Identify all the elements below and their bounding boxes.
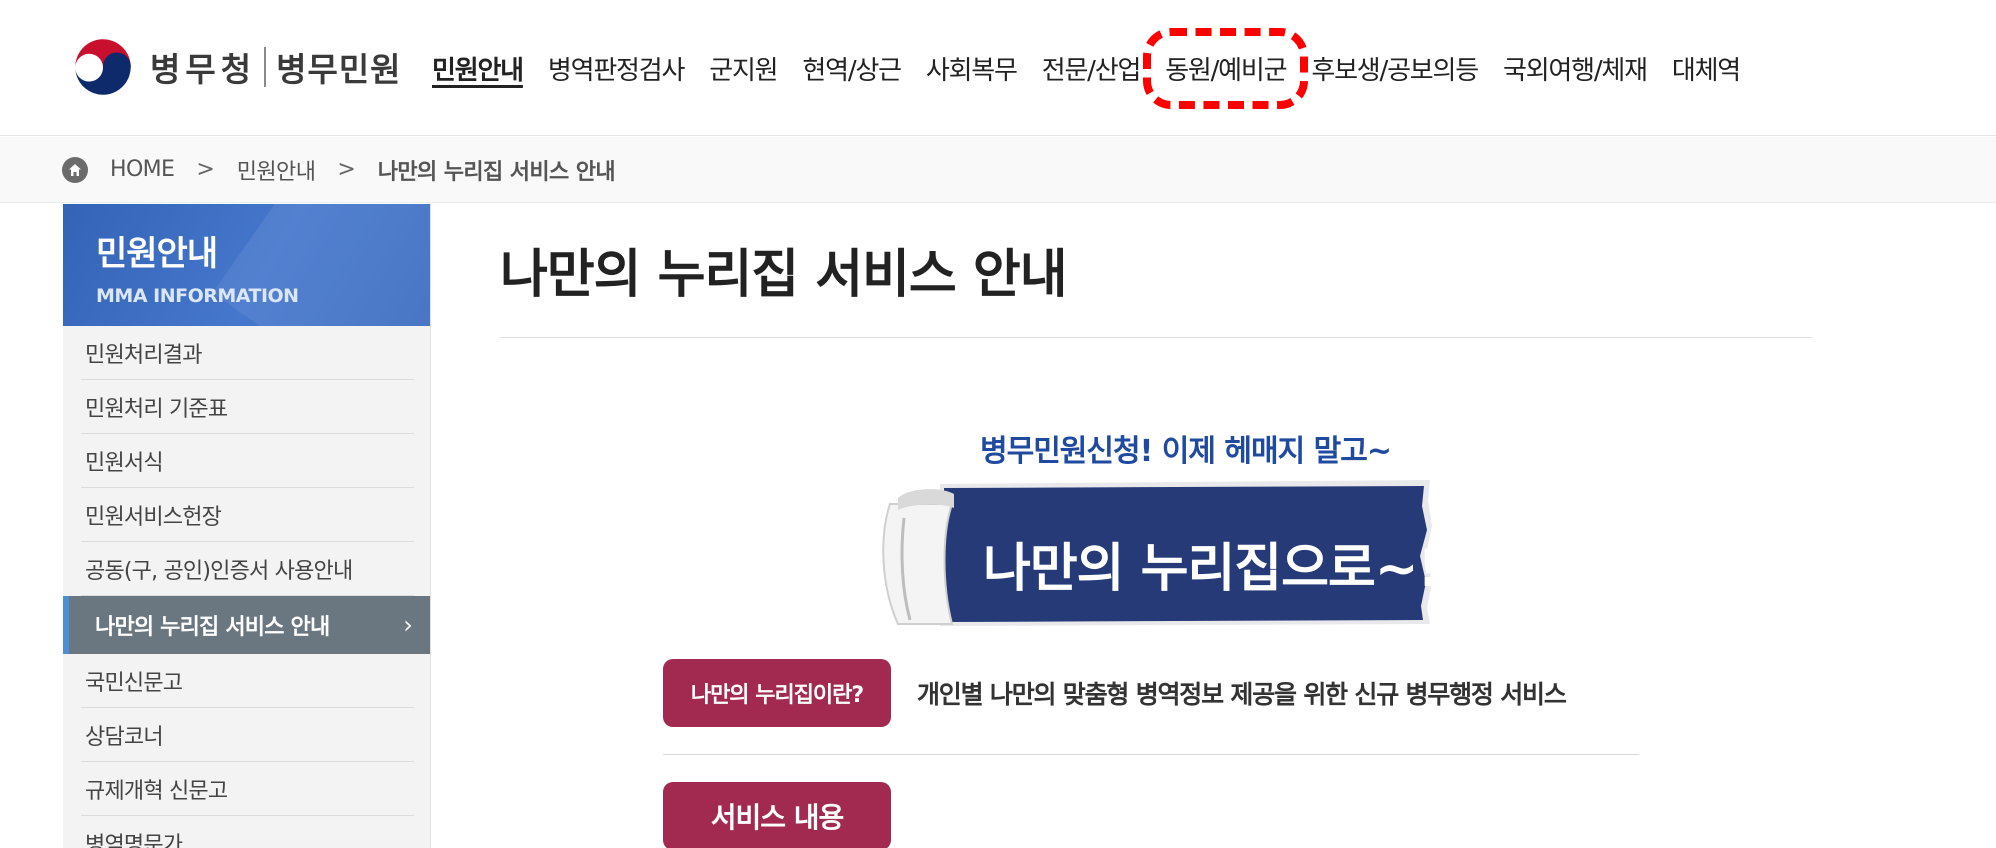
page-title: 나만의 누리집 서비스 안내 xyxy=(500,245,1068,305)
nav-item-overseas-travel[interactable]: 국외여행/체재 xyxy=(1503,50,1648,87)
what-is-badge: 나만의 누리집이란? xyxy=(663,659,891,727)
breadcrumb-level1[interactable]: 민원안내 xyxy=(237,154,316,186)
main-content: 나만의 누리집 서비스 안내 병무민원신청! 이제 헤매지 말고~ 나만의 누리… xyxy=(500,204,1812,848)
site-name: 병무민원 xyxy=(276,50,402,89)
nav-item-social-service[interactable]: 사회복무 xyxy=(926,50,1018,87)
title-divider xyxy=(500,337,1812,338)
service-content-button[interactable]: 서비스 내용 xyxy=(663,782,891,848)
nav-item-alternative-service[interactable]: 대체역 xyxy=(1672,50,1741,87)
home-icon[interactable] xyxy=(62,156,88,183)
sidebar-item-my-nurijip[interactable]: 나만의 누리집 서비스 안내 › xyxy=(63,596,430,654)
nav-item-enlistment[interactable]: 군지원 xyxy=(709,50,778,87)
promo-banner: 병무민원신청! 이제 헤매지 말고~ 나만의 누리집으로~! xyxy=(870,426,1470,846)
nav-item-military-exam[interactable]: 병역판정검사 xyxy=(548,50,686,87)
nav-item-civil-guide[interactable]: 민원안내 xyxy=(432,50,524,87)
breadcrumb-current: 나만의 누리집 서비스 안내 xyxy=(377,159,616,185)
sidebar-item-regulatory-reform[interactable]: 규제개혁 신문고 xyxy=(81,762,414,816)
sidebar-item-label: 나만의 누리집 서비스 안내 xyxy=(95,615,330,640)
main-navigation: 민원안내 병역판정검사 군지원 현역/상근 사회복무 전문/산업 동원/예비군 … xyxy=(432,27,1765,109)
taegeuk-logo-icon xyxy=(72,36,134,98)
nav-item-professional-industrial[interactable]: 전문/산업 xyxy=(1042,50,1142,87)
nav-item-active-duty[interactable]: 현역/상근 xyxy=(802,50,902,87)
sidebar-item-processing-standards[interactable]: 민원처리 기준표 xyxy=(81,380,414,434)
logo-divider xyxy=(264,47,267,87)
breadcrumb-separator: > xyxy=(196,157,215,182)
nav-item-candidates[interactable]: 후보생/공보의등 xyxy=(1311,50,1479,87)
sidebar-item-processing-results[interactable]: 민원처리결과 xyxy=(81,326,414,380)
breadcrumb: HOME > 민원안내 > 나만의 누리집 서비스 안내 xyxy=(0,137,1996,203)
org-name: 병무청 xyxy=(150,50,257,89)
sidebar-item-military-family[interactable]: 병역명문가 xyxy=(81,816,414,848)
breadcrumb-home[interactable]: HOME xyxy=(110,157,175,182)
site-header: 병무청 병무민원 민원안내 병역판정검사 군지원 현역/상근 사회복무 전문/산… xyxy=(0,0,1996,136)
sidebar-item-forms[interactable]: 민원서식 xyxy=(81,434,414,488)
breadcrumb-separator: > xyxy=(337,157,356,182)
banner-tagline: 병무민원신청! 이제 헤매지 말고~ xyxy=(980,434,1392,469)
sidebar-item-service-charter[interactable]: 민원서비스헌장 xyxy=(81,488,414,542)
section-divider xyxy=(663,754,1639,755)
sidebar-item-consultation[interactable]: 상담코너 xyxy=(81,708,414,762)
banner-headline: 나만의 누리집으로~! xyxy=(983,539,1441,599)
nav-item-mobilization-reserve[interactable]: 동원/예비군 xyxy=(1143,27,1309,109)
sidebar-item-sinmungo[interactable]: 국민신문고 xyxy=(81,654,414,708)
sidebar-item-certificate-guide[interactable]: 공동(구, 공인)인증서 사용안내 xyxy=(81,542,414,596)
sidebar-menu: 민원처리결과 민원처리 기준표 민원서식 민원서비스헌장 공동(구, 공인)인증… xyxy=(63,326,430,848)
what-is-row: 나만의 누리집이란? 개인별 나만의 맞춤형 병역정보 제공을 위한 신규 병무… xyxy=(663,659,1567,727)
sidebar-header: 민원안내 MMA INFORMATION xyxy=(63,204,430,326)
what-is-description: 개인별 나만의 맞춤형 병역정보 제공을 위한 신규 병무행정 서비스 xyxy=(917,680,1567,709)
site-logo[interactable]: 병무청 병무민원 xyxy=(68,34,402,100)
sidebar-subtitle: MMA INFORMATION xyxy=(96,285,299,307)
sidebar-title: 민원안내 xyxy=(96,234,218,274)
chevron-right-icon: › xyxy=(403,611,413,639)
sidebar: 민원안내 MMA INFORMATION 민원처리결과 민원처리 기준표 민원서… xyxy=(63,204,431,848)
